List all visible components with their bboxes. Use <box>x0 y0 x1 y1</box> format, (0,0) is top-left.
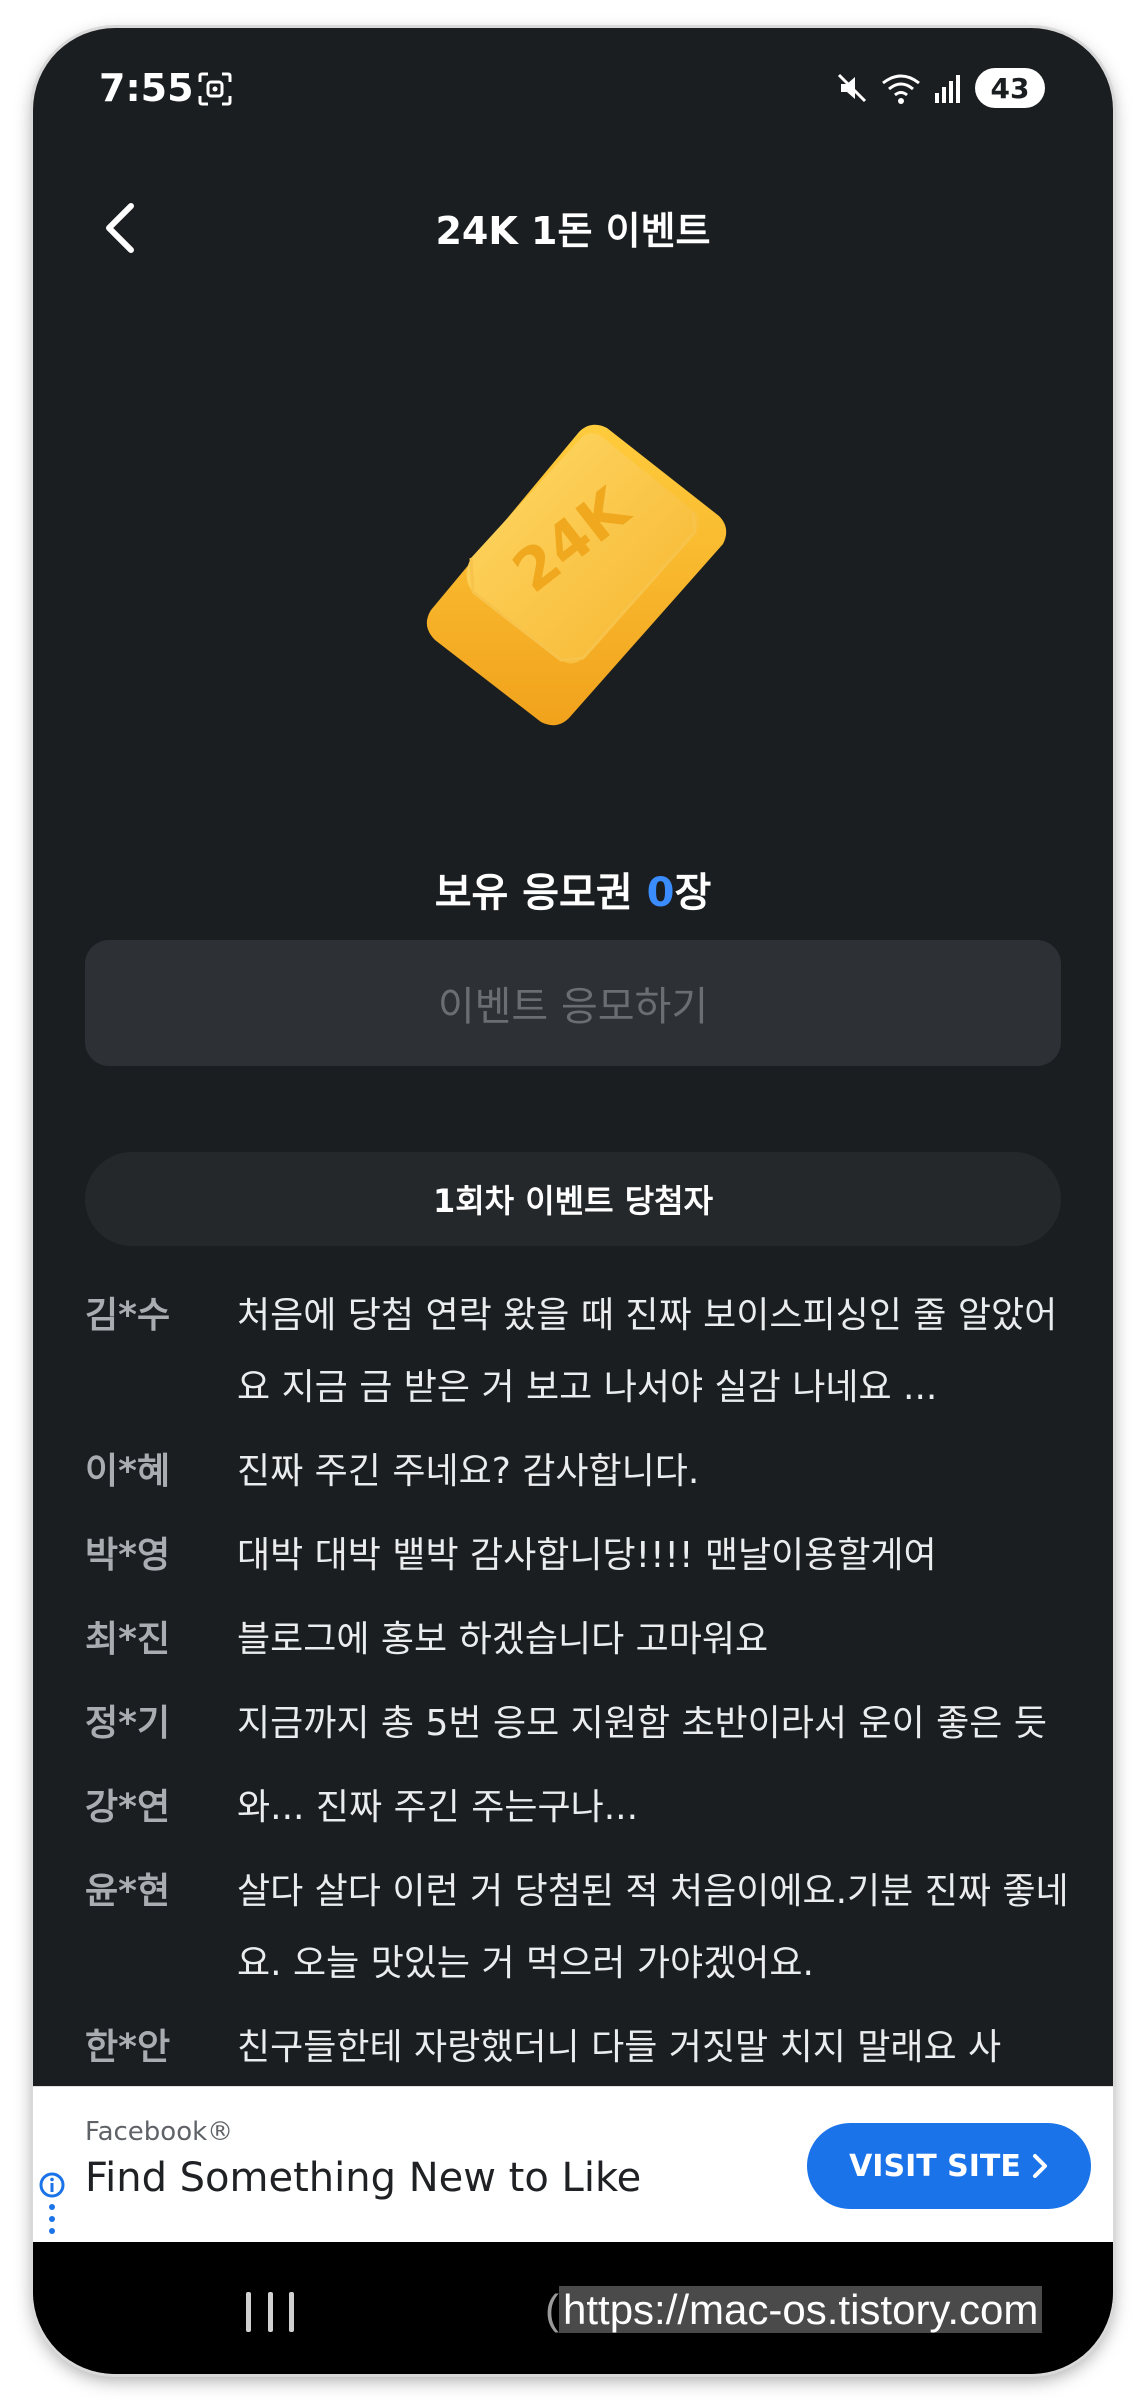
winner-row: 김*수 처음에 당첨 연락 왔을 때 진짜 보이스피싱인 줄 알았어요 지금 금… <box>85 1280 1075 1424</box>
battery-indicator: 43 <box>975 68 1045 108</box>
winner-row: 박*영 대박 대박 뱉박 감사합니당!!!! 맨날이용할게여 <box>85 1520 1075 1592</box>
ad-headline[interactable]: Find Something New to Like <box>85 2155 641 2201</box>
winner-name: 이*혜 <box>85 1451 171 1492</box>
screen-recorder-icon <box>198 72 232 106</box>
ad-info-icon[interactable] <box>37 2171 67 2241</box>
recents-bar <box>289 2292 294 2332</box>
winner-message: 와... 진짜 주긴 주는구나... <box>237 1787 639 1828</box>
phone-screen: 7:55 43 24K 1돈 이벤트 24K 보유 응모권 0장 이벤트 응모하… <box>33 28 1113 2374</box>
system-nav-bar: (https://mac-os.tistory.com <box>33 2242 1113 2374</box>
mute-icon <box>837 73 867 103</box>
ticket-prefix: 보유 응모권 <box>434 870 647 916</box>
winner-row: 정*기 지금까지 총 5번 응모 지원함 초반이라서 운이 좋은 듯 <box>85 1688 1075 1760</box>
wifi-icon <box>882 74 920 104</box>
winner-message: 지금까지 총 5번 응모 지원함 초반이라서 운이 좋은 듯 <box>237 1703 1047 1744</box>
winner-row: 이*혜 진짜 주긴 주네요? 감사합니다. <box>85 1436 1075 1508</box>
recents-bar <box>246 2292 251 2332</box>
winner-name: 윤*현 <box>85 1871 171 1912</box>
page-title: 24K 1돈 이벤트 <box>435 209 711 253</box>
winner-message: 진짜 주긴 주네요? 감사합니다. <box>237 1451 700 1492</box>
ticket-count: 보유 응모권 0장 <box>33 860 1113 918</box>
watermark-paren: ( <box>545 2286 559 2333</box>
chevron-right-icon <box>1032 2154 1047 2178</box>
recents-button[interactable] <box>246 2292 294 2332</box>
winner-name: 강*연 <box>85 1787 171 1828</box>
winner-message: 처음에 당첨 연락 왔을 때 진짜 보이스피싱인 줄 알았어요 지금 금 받은 … <box>237 1295 1058 1408</box>
visit-site-button[interactable]: VISIT SITE <box>807 2123 1091 2209</box>
status-icons: 43 <box>835 68 1045 108</box>
winner-name: 한*안 <box>85 2027 171 2068</box>
recents-bar <box>267 2292 273 2332</box>
winner-row: 최*진 블로그에 홍보 하겠습니다 고마워요 <box>85 1604 1075 1676</box>
winner-message: 블로그에 홍보 하겠습니다 고마워요 <box>237 1619 769 1660</box>
ad-source: Facebook® <box>85 2117 234 2147</box>
winner-message: 친구들한테 자랑했더니 다들 거짓말 치지 말래요 사 <box>237 2027 1002 2068</box>
winner-name: 박*영 <box>85 1535 171 1576</box>
winner-row: 강*연 와... 진짜 주긴 주는구나... <box>85 1772 1075 1844</box>
winner-row: 윤*현 살다 살다 이런 거 당첨된 적 처음이에요.기분 진짜 좋네요. 오늘… <box>85 1856 1075 2000</box>
visit-site-label: VISIT SITE <box>849 2148 1021 2184</box>
winner-name: 최*진 <box>85 1619 171 1660</box>
winners-round-tab[interactable]: 1회차 이벤트 당첨자 <box>85 1152 1061 1246</box>
winner-name: 김*수 <box>85 1295 171 1336</box>
watermark-text: https://mac-os.tistory.com <box>559 2286 1043 2333</box>
ticket-count-value: 0 <box>646 870 675 916</box>
ad-banner[interactable]: Facebook® Find Something New to Like VIS… <box>33 2086 1113 2243</box>
winner-message: 대박 대박 뱉박 감사합니당!!!! 맨날이용할게여 <box>237 1535 937 1576</box>
apply-event-button[interactable]: 이벤트 응모하기 <box>85 940 1061 1066</box>
winners-list: 김*수 처음에 당첨 연락 왔을 때 진짜 보이스피싱인 줄 알았어요 지금 금… <box>85 1280 1075 2096</box>
winner-name: 정*기 <box>85 1703 171 1744</box>
gold-bar-image: 24K <box>426 424 727 726</box>
status-bar: 7:55 43 <box>33 28 1113 158</box>
status-time: 7:55 <box>99 66 194 110</box>
signal-icon <box>935 75 960 103</box>
ticket-suffix: 장 <box>674 870 712 916</box>
watermark: (https://mac-os.tistory.com <box>545 2286 1043 2334</box>
winner-message: 살다 살다 이런 거 당첨된 적 처음이에요.기분 진짜 좋네요. 오늘 맛있는… <box>237 1871 1069 1984</box>
winner-row: 한*안 친구들한테 자랑했더니 다들 거짓말 치지 말래요 사 <box>85 2012 1075 2084</box>
